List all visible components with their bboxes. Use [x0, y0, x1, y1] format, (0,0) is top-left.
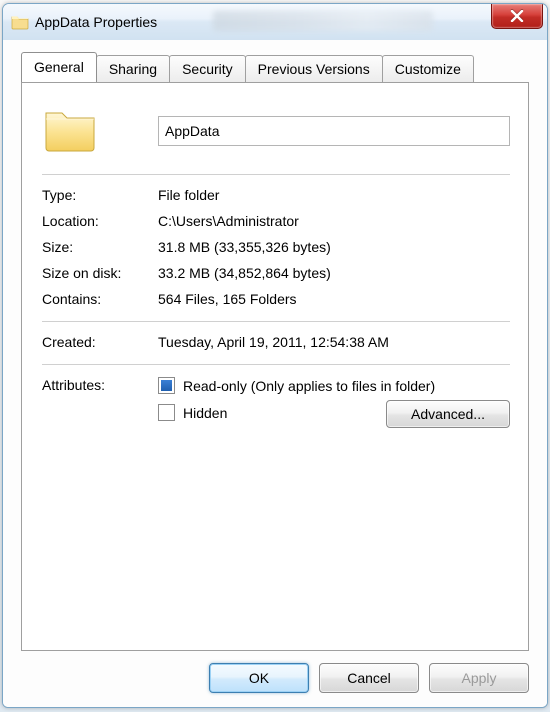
- value-created: Tuesday, April 19, 2011, 12:54:38 AM: [158, 334, 389, 350]
- separator: [42, 174, 510, 175]
- tab-previous-versions[interactable]: Previous Versions: [245, 55, 383, 82]
- tab-security[interactable]: Security: [169, 55, 246, 82]
- titlebar[interactable]: AppData Properties: [3, 4, 547, 41]
- label-size: Size:: [42, 239, 158, 255]
- dialog-buttons: OK Cancel Apply: [209, 663, 529, 695]
- folder-large-icon: [42, 144, 98, 160]
- folder-icon: [11, 13, 29, 31]
- tab-customize[interactable]: Customize: [382, 55, 474, 82]
- label-type: Type:: [42, 187, 158, 203]
- tab-panel-general: Type:File folder Location:C:\Users\Admin…: [21, 82, 529, 651]
- apply-button[interactable]: Apply: [429, 663, 529, 693]
- label-location: Location:: [42, 213, 158, 229]
- value-type: File folder: [158, 187, 219, 203]
- label-created: Created:: [42, 334, 158, 350]
- value-size: 31.8 MB (33,355,326 bytes): [158, 239, 331, 255]
- label-hidden: Hidden: [183, 405, 227, 421]
- tab-strip: General Sharing Security Previous Versio…: [21, 54, 529, 82]
- separator: [42, 364, 510, 365]
- value-location: C:\Users\Administrator: [158, 213, 299, 229]
- label-attributes: Attributes:: [42, 377, 158, 431]
- ok-button[interactable]: OK: [209, 663, 309, 693]
- label-readonly: Read-only (Only applies to files in fold…: [183, 378, 435, 394]
- label-contains: Contains:: [42, 291, 158, 307]
- label-size-on-disk: Size on disk:: [42, 265, 158, 281]
- dialog-body: General Sharing Security Previous Versio…: [3, 40, 547, 707]
- checkbox-readonly[interactable]: [158, 377, 175, 394]
- checkbox-hidden[interactable]: [158, 404, 175, 421]
- background-blur: [213, 11, 433, 31]
- window-title: AppData Properties: [35, 14, 157, 30]
- value-size-on-disk: 33.2 MB (34,852,864 bytes): [158, 265, 331, 281]
- properties-dialog: AppData Properties General Sharing Secur…: [2, 3, 548, 708]
- value-contains: 564 Files, 165 Folders: [158, 291, 297, 307]
- cancel-button[interactable]: Cancel: [319, 663, 419, 693]
- tab-general[interactable]: General: [21, 52, 97, 82]
- advanced-button[interactable]: Advanced...: [386, 400, 510, 428]
- tab-sharing[interactable]: Sharing: [96, 55, 170, 82]
- close-button[interactable]: [491, 4, 543, 29]
- folder-name-input[interactable]: [158, 116, 510, 146]
- separator: [42, 321, 510, 322]
- close-icon: [510, 10, 524, 22]
